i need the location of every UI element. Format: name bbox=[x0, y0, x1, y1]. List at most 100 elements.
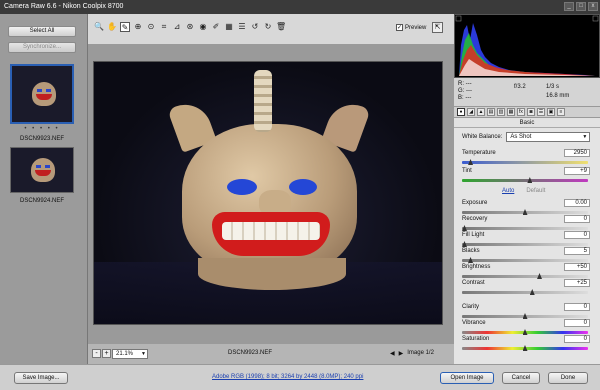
maximize-button[interactable]: □ bbox=[576, 2, 586, 11]
effects-tab-icon[interactable]: fx bbox=[517, 108, 525, 116]
preview-toggle[interactable]: ✓ Preview bbox=[396, 24, 426, 31]
highlight-clipping-icon[interactable] bbox=[592, 15, 599, 22]
shadow-clipping-icon[interactable] bbox=[455, 15, 462, 22]
zoom-in-button[interactable]: + bbox=[102, 349, 111, 358]
hand-tool-icon[interactable]: ✋ bbox=[107, 22, 117, 32]
blue-value: --- bbox=[465, 95, 472, 101]
red-value: --- bbox=[465, 81, 472, 87]
thumbnail-detail bbox=[36, 165, 41, 168]
next-image-button[interactable]: ▶ bbox=[399, 350, 404, 357]
synchronize-button[interactable]: Synchronize... bbox=[8, 42, 76, 53]
close-button[interactable]: x bbox=[588, 2, 598, 11]
slider-value-field[interactable]: 0 bbox=[564, 335, 590, 343]
green-label: G: bbox=[458, 88, 465, 94]
save-image-button[interactable]: Save Image... bbox=[14, 372, 68, 384]
rotate-cw-icon[interactable]: ↻ bbox=[263, 22, 273, 32]
photo-preview[interactable] bbox=[93, 61, 443, 325]
slider-label: Brightness bbox=[462, 264, 491, 270]
white-balance-tool-icon[interactable]: ✎ bbox=[120, 22, 130, 32]
slider-track[interactable] bbox=[462, 291, 588, 294]
targeted-adjustment-tool-icon[interactable]: ⊙ bbox=[146, 22, 156, 32]
slider-track[interactable] bbox=[462, 259, 588, 262]
red-label: R: bbox=[458, 81, 464, 87]
thumbnail-label: DSCN9923.NEF bbox=[19, 136, 64, 142]
rotate-ccw-icon[interactable]: ↺ bbox=[250, 22, 260, 32]
white-balance-select[interactable]: As Shot ▼ bbox=[506, 132, 591, 142]
zoom-level-select[interactable]: 21.1% ▼ bbox=[112, 349, 148, 359]
preview-checkbox[interactable]: ✓ bbox=[396, 24, 403, 31]
snapshots-tab-icon[interactable]: ▣ bbox=[547, 108, 555, 116]
fullscreen-icon[interactable]: ⇱ bbox=[432, 22, 443, 33]
filmstrip-panel: Select All Synchronize... • • • • • DSCN… bbox=[0, 14, 88, 364]
zoom-tool-icon[interactable]: 🔍 bbox=[94, 22, 104, 32]
thumbnail-dscn9924[interactable] bbox=[10, 147, 74, 193]
slider-value-field[interactable]: 0 bbox=[564, 303, 590, 311]
detail-tab-icon[interactable]: ▲ bbox=[477, 108, 485, 116]
slider-value-field[interactable]: 2950 bbox=[564, 149, 590, 157]
workflow-options-link[interactable]: Adobe RGB (1998); 8 bit; 3264 by 2448 (8… bbox=[212, 374, 363, 380]
zoom-out-button[interactable]: - bbox=[92, 349, 101, 358]
presets-tab-icon[interactable]: ☰ bbox=[537, 108, 545, 116]
slider-value-field[interactable]: 0.00 bbox=[564, 199, 590, 207]
slider-saturation[interactable]: Saturation 0 bbox=[460, 335, 592, 356]
adjustment-brush-icon[interactable]: ✐ bbox=[211, 22, 221, 32]
select-all-button[interactable]: Select All bbox=[8, 26, 76, 37]
split-toning-tab-icon[interactable]: ▥ bbox=[497, 108, 505, 116]
done-button[interactable]: Done bbox=[548, 372, 588, 384]
auto-link[interactable]: Auto bbox=[502, 188, 514, 194]
cancel-button[interactable]: Cancel bbox=[502, 372, 540, 384]
hsl-tab-icon[interactable]: ▤ bbox=[487, 108, 495, 116]
slider-contrast[interactable]: Contrast +25 bbox=[460, 279, 592, 300]
slider-value-field[interactable]: +50 bbox=[564, 263, 590, 271]
panel-menu-icon[interactable]: ≡ bbox=[557, 108, 565, 116]
photo-subject-eye bbox=[289, 179, 317, 195]
default-link[interactable]: Default bbox=[526, 188, 545, 194]
slider-value-field[interactable]: 5 bbox=[564, 247, 590, 255]
chevron-down-icon: ▼ bbox=[141, 351, 146, 357]
histogram-graph bbox=[455, 15, 599, 76]
blue-label: B: bbox=[458, 95, 464, 101]
slider-track[interactable] bbox=[462, 227, 588, 230]
open-image-button[interactable]: Open Image bbox=[440, 372, 494, 384]
thumbnail-dscn9923[interactable] bbox=[10, 64, 74, 124]
slider-value-field[interactable]: 0 bbox=[564, 215, 590, 223]
image-counter: Image 1/2 bbox=[407, 350, 434, 356]
slider-track[interactable] bbox=[462, 243, 588, 246]
slider-value-field[interactable]: +9 bbox=[564, 167, 590, 175]
exposure-meta: 1/3 s 16.8 mm bbox=[546, 83, 569, 101]
slider-label: Clarity bbox=[462, 304, 480, 310]
minimize-button[interactable]: _ bbox=[564, 2, 574, 11]
red-eye-tool-icon[interactable]: ◉ bbox=[198, 22, 208, 32]
slider-value-field[interactable]: 0 bbox=[564, 231, 590, 239]
trash-icon[interactable]: 🗑 bbox=[276, 22, 286, 32]
preview-label: Preview bbox=[405, 24, 427, 31]
slider-label: Recovery bbox=[462, 216, 488, 222]
straighten-tool-icon[interactable]: ⊿ bbox=[172, 22, 182, 32]
image-preview-area bbox=[88, 44, 454, 344]
previous-image-button[interactable]: ◀ bbox=[390, 350, 395, 357]
slider-track[interactable] bbox=[462, 275, 588, 278]
slider-track[interactable] bbox=[462, 161, 588, 164]
slider-label: Temperature bbox=[462, 150, 496, 156]
thumbnail-label: DSCN9924.NEF bbox=[19, 198, 64, 204]
crop-tool-icon[interactable]: ⌗ bbox=[159, 22, 169, 32]
white-balance-label: White Balance: bbox=[462, 134, 503, 140]
slider-label: Exposure bbox=[462, 200, 488, 206]
color-sampler-tool-icon[interactable]: ⊕ bbox=[133, 22, 143, 32]
slider-label: Fill Light bbox=[462, 232, 485, 238]
spot-removal-tool-icon[interactable]: ⊛ bbox=[185, 22, 195, 32]
graduated-filter-icon[interactable]: ▦ bbox=[224, 22, 234, 32]
camera-calibration-tab-icon[interactable]: ◙ bbox=[527, 108, 535, 116]
rating-stars[interactable]: • • • • • bbox=[10, 126, 74, 132]
slider-value-field[interactable]: 0 bbox=[564, 319, 590, 327]
slider-tint[interactable]: Tint +9 bbox=[460, 167, 592, 188]
histogram bbox=[454, 14, 600, 78]
lens-corrections-tab-icon[interactable]: ▦ bbox=[507, 108, 515, 116]
chevron-down-icon: ▼ bbox=[582, 134, 588, 140]
preferences-icon[interactable]: ☰ bbox=[237, 22, 247, 32]
slider-value-field[interactable]: +25 bbox=[564, 279, 590, 287]
white-balance-value: As Shot bbox=[510, 134, 532, 140]
basic-tab-icon[interactable]: ● bbox=[457, 108, 465, 116]
slider-track[interactable] bbox=[462, 179, 588, 182]
tone-curve-tab-icon[interactable]: ◢ bbox=[467, 108, 475, 116]
